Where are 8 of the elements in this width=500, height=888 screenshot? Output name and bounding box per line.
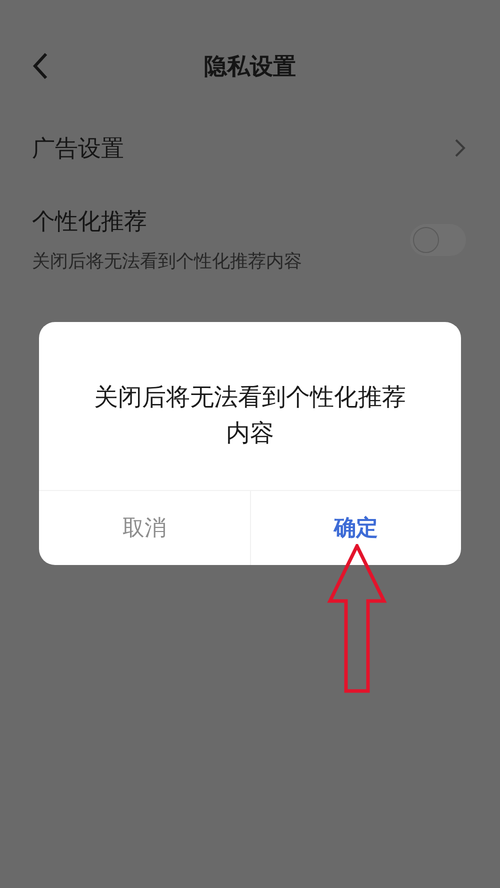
cancel-button[interactable]: 取消 — [39, 491, 250, 565]
dialog-message: 关闭后将无法看到个性化推荐内容 — [93, 382, 407, 449]
setting-label[interactable]: 广告设置 — [32, 132, 124, 164]
page-title: 隐私设置 — [204, 54, 296, 80]
confirm-button[interactable]: 确定 — [250, 491, 461, 565]
setting-description: 关闭后将无法看到个性化推荐内容 — [32, 250, 302, 273]
setting-label: 个性化推荐 — [32, 208, 148, 237]
chevron-icon — [454, 138, 466, 158]
